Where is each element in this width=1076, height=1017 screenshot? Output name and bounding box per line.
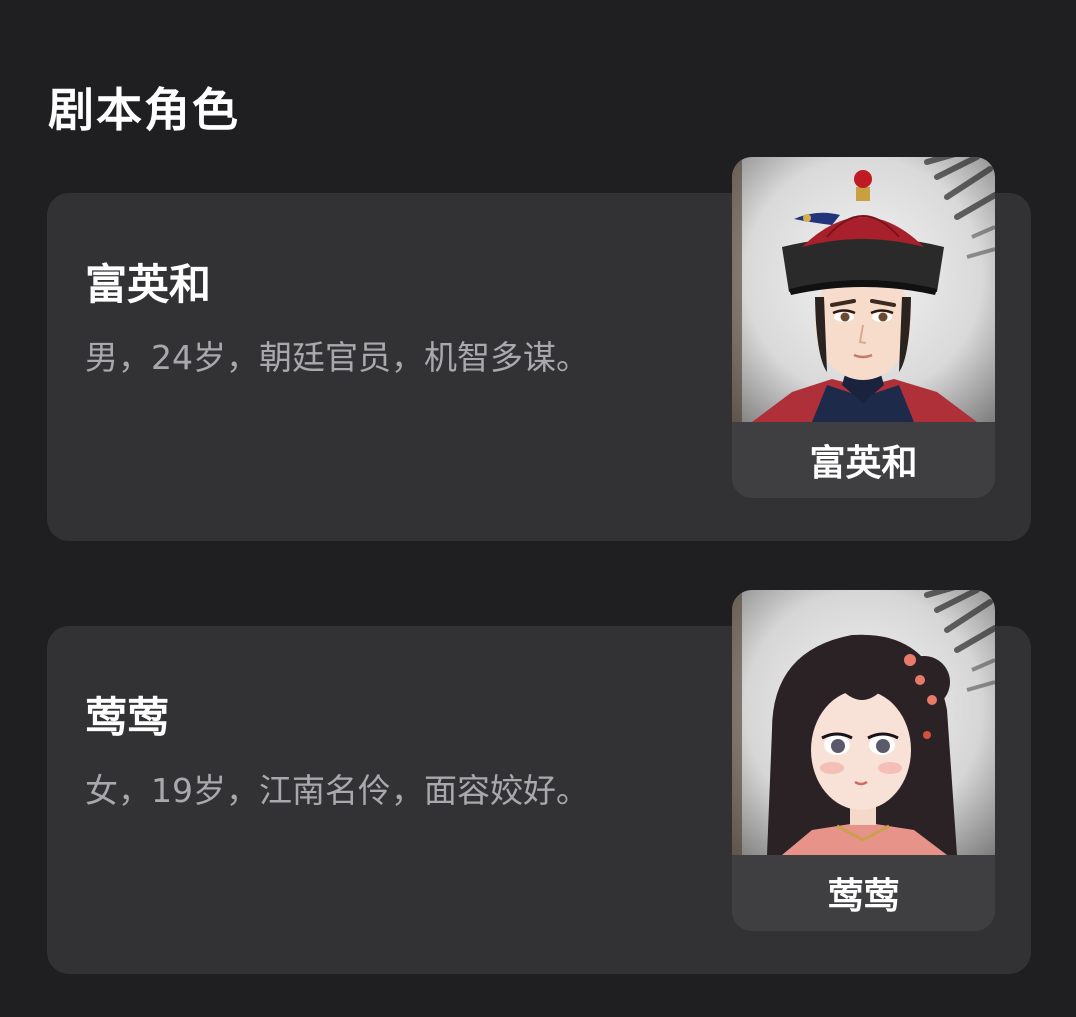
section-title: 剧本角色 xyxy=(48,83,240,137)
male-official-portrait-icon xyxy=(732,157,995,422)
female-performer-portrait-icon xyxy=(732,590,995,855)
portrait-label: 富英和 xyxy=(732,422,995,498)
role-name: 富英和 xyxy=(85,260,212,309)
role-description: 男，24岁，朝廷官员，机智多谋。 xyxy=(85,338,589,377)
role-description: 女，19岁，江南名伶，面容姣好。 xyxy=(85,771,589,810)
role-name: 莺莺 xyxy=(85,693,170,742)
role-portrait[interactable]: 莺莺 xyxy=(732,590,995,931)
role-portrait[interactable]: 富英和 xyxy=(732,157,995,498)
portrait-label: 莺莺 xyxy=(732,855,995,931)
